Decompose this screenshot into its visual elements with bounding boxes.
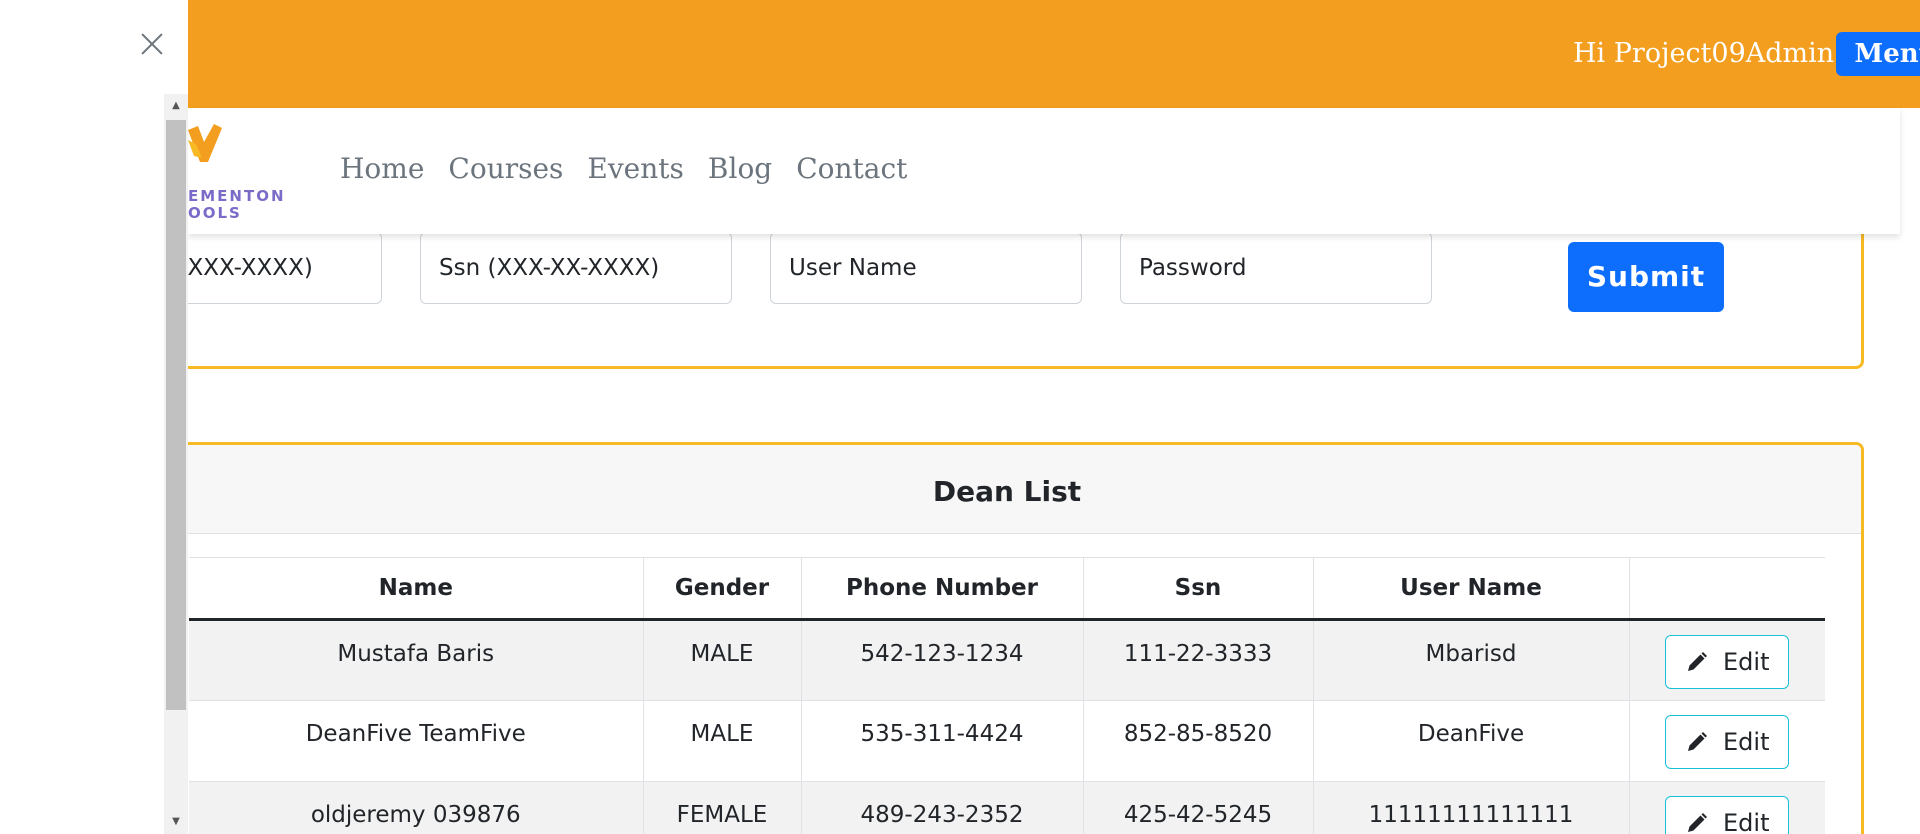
ssn-placeholder: Ssn (XXX-XX-XXXX) [439,255,660,281]
logo-emblem-icon [188,124,222,162]
edit-button[interactable]: Edit [1665,796,1790,834]
cell-ssn: 425-42-5245 [1083,781,1314,834]
nav-links: Home Courses Events Blog Contact [340,152,907,185]
username-field[interactable]: User Name [770,232,1082,304]
dean-table: Name Gender Phone Number Ssn User Name M… [189,557,1825,834]
cell-username: Mbarisd [1313,619,1630,701]
column-header-ssn: Ssn [1083,557,1314,621]
cell-actions: Edit [1629,700,1825,782]
logo-text-line2: OOLS [188,204,242,222]
column-header-phone: Phone Number [801,557,1084,621]
password-field[interactable]: Password [1120,232,1432,304]
cell-ssn: 111-22-3333 [1083,619,1314,701]
column-header-actions [1629,557,1825,621]
offcanvas-panel: ▲ ▼ [0,0,188,834]
top-header-bar: Hi Project09Admin Menu [188,0,1920,108]
school-logo[interactable]: EMENTON OOLS [188,122,288,222]
nav-courses[interactable]: Courses [448,152,563,185]
cell-username: 11111111111111 [1313,781,1630,834]
pencil-icon [1688,732,1707,751]
user-greeting: Hi Project09Admin [1573,38,1835,69]
cell-phone: 535-311-4424 [801,700,1084,782]
cell-username: DeanFive [1313,700,1630,782]
cell-phone: 489-243-2352 [801,781,1084,834]
cell-gender: MALE [643,700,802,782]
table-row: DeanFive TeamFive MALE 535-311-4424 852-… [189,700,1825,782]
column-header-name: Name [189,557,644,621]
scrollbar-thumb[interactable] [166,120,186,710]
cell-phone: 542-123-1234 [801,619,1084,701]
username-placeholder: User Name [789,255,917,281]
table-header-row: Name Gender Phone Number Ssn User Name [189,557,1825,621]
edit-button[interactable]: Edit [1665,635,1790,689]
logo-text-line1: EMENTON [188,187,286,205]
column-header-username: User Name [1313,557,1630,621]
close-icon[interactable] [136,28,168,60]
dean-list-title: Dean List [932,475,1082,508]
table-row: oldjeremy 039876 FEMALE 489-243-2352 425… [189,781,1825,834]
submit-button[interactable]: Submit [1568,242,1724,312]
page: Hi Project09Admin Menu XX-XXX-XXXX) Ssn … [0,0,1920,834]
nav-contact[interactable]: Contact [796,152,907,185]
edit-button-label: Edit [1723,809,1770,834]
main-navbar: EMENTON OOLS Home Courses Events Blog Co… [188,108,1900,234]
scroll-up-arrow-icon[interactable]: ▲ [164,94,188,118]
cell-gender: MALE [643,619,802,701]
nav-events[interactable]: Events [587,152,683,185]
panel-scrollbar[interactable]: ▲ ▼ [164,94,188,834]
nav-home[interactable]: Home [340,152,424,185]
pencil-icon [1688,652,1707,671]
column-header-gender: Gender [643,557,802,621]
edit-button[interactable]: Edit [1665,715,1790,769]
cell-ssn: 852-85-8520 [1083,700,1314,782]
cell-name: Mustafa Baris [189,619,644,701]
cell-gender: FEMALE [643,781,802,834]
table-row: Mustafa Baris MALE 542-123-1234 111-22-3… [189,619,1825,701]
cell-name: oldjeremy 039876 [189,781,644,834]
pencil-icon [1688,813,1707,832]
cell-name: DeanFive TeamFive [189,700,644,782]
edit-button-label: Edit [1723,728,1770,756]
cell-actions: Edit [1629,781,1825,834]
scroll-down-arrow-icon[interactable]: ▼ [164,810,188,834]
cell-actions: Edit [1629,619,1825,701]
menu-button[interactable]: Menu [1836,32,1920,76]
logo-text: EMENTON OOLS [188,188,286,222]
password-placeholder: Password [1139,255,1247,281]
nav-blog[interactable]: Blog [708,152,772,185]
ssn-field[interactable]: Ssn (XXX-XX-XXXX) [420,232,732,304]
dean-list-card: Dean List Name Gender Phone Number Ssn U… [150,442,1864,834]
dean-list-header: Dean List [153,445,1861,534]
edit-button-label: Edit [1723,648,1770,676]
